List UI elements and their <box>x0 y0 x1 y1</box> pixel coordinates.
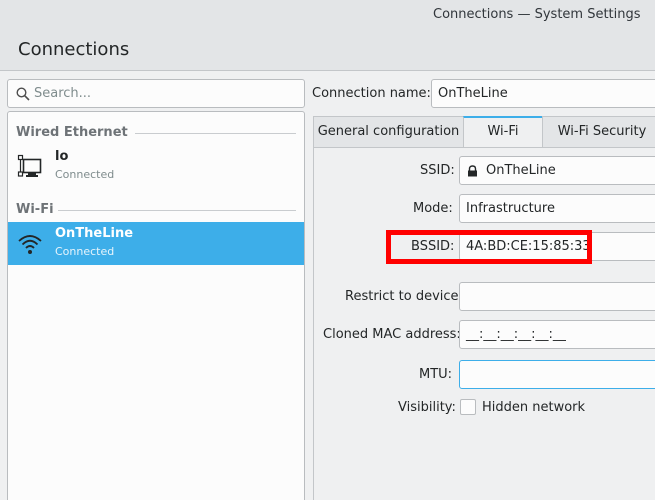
ssid-label: SSID: <box>420 163 455 178</box>
search-input[interactable] <box>34 80 300 107</box>
connection-name: OnTheLine <box>55 226 134 241</box>
connection-item-ontheline[interactable]: OnTheLine Connected <box>8 222 304 265</box>
mode-label: Mode: <box>413 201 453 216</box>
connection-name-field[interactable]: OnTheLine <box>431 79 655 108</box>
wifi-icon <box>18 235 42 254</box>
title-bar: Connections — System Settings <box>0 0 655 30</box>
page-title: Connections <box>18 39 130 60</box>
restrict-device-combobox[interactable] <box>459 282 655 311</box>
search-box[interactable] <box>7 79 305 108</box>
mode-combobox[interactable]: Infrastructure <box>459 194 655 223</box>
wired-network-icon <box>17 154 42 177</box>
section-header-wifi: Wi-Fi <box>16 202 54 217</box>
visibility-label: Visibility: <box>398 400 456 415</box>
tab-general-configuration[interactable]: General configuration <box>313 116 464 147</box>
bssid-value: 4A:BD:CE:15:85:33 <box>466 239 591 254</box>
restrict-device-label: Restrict to device: <box>345 289 463 304</box>
lock-icon <box>468 165 477 177</box>
mtu-label: MTU: <box>419 367 453 382</box>
section-divider <box>58 210 296 211</box>
tab-wifi-security[interactable]: Wi-Fi Security <box>542 116 655 147</box>
hidden-network-checkbox[interactable] <box>460 399 476 415</box>
bssid-combobox[interactable]: 4A:BD:CE:15:85:33 <box>459 232 655 261</box>
ssid-value: OnTheLine <box>486 163 556 178</box>
cloned-mac-label: Cloned MAC address: <box>323 327 461 342</box>
window-title: Connections — System Settings <box>433 7 641 22</box>
connection-name-value: OnTheLine <box>438 86 508 101</box>
connection-status: Connected <box>55 245 115 258</box>
connections-list: Wired Ethernet lo Connected Wi-Fi OnTheL… <box>7 111 305 500</box>
bssid-label: BSSID: <box>411 239 455 254</box>
section-header-wired: Wired Ethernet <box>16 125 128 140</box>
tab-bar: General configuration Wi-Fi Wi-Fi Securi… <box>313 116 655 147</box>
tab-label: Wi-Fi <box>487 124 519 139</box>
ssid-combobox[interactable]: OnTheLine <box>459 156 655 185</box>
connection-name-label: Connection name: <box>312 86 431 101</box>
mode-value: Infrastructure <box>466 201 555 216</box>
tab-label: General configuration <box>317 124 460 139</box>
tab-label: Wi-Fi Security <box>557 124 647 139</box>
section-divider <box>135 133 296 134</box>
connection-status: Connected <box>55 168 115 181</box>
cloned-mac-value: __:__:__:__:__:__ <box>466 327 566 342</box>
tab-wifi[interactable]: Wi-Fi <box>463 116 543 147</box>
mtu-spinbox[interactable] <box>459 360 655 389</box>
page-header: Connections <box>0 30 655 71</box>
search-icon <box>16 87 30 101</box>
hidden-network-label[interactable]: Hidden network <box>482 400 585 415</box>
connection-name: lo <box>55 149 69 164</box>
cloned-mac-field[interactable]: __:__:__:__:__:__ <box>459 320 655 349</box>
connection-item-lo[interactable]: lo Connected <box>8 145 304 188</box>
